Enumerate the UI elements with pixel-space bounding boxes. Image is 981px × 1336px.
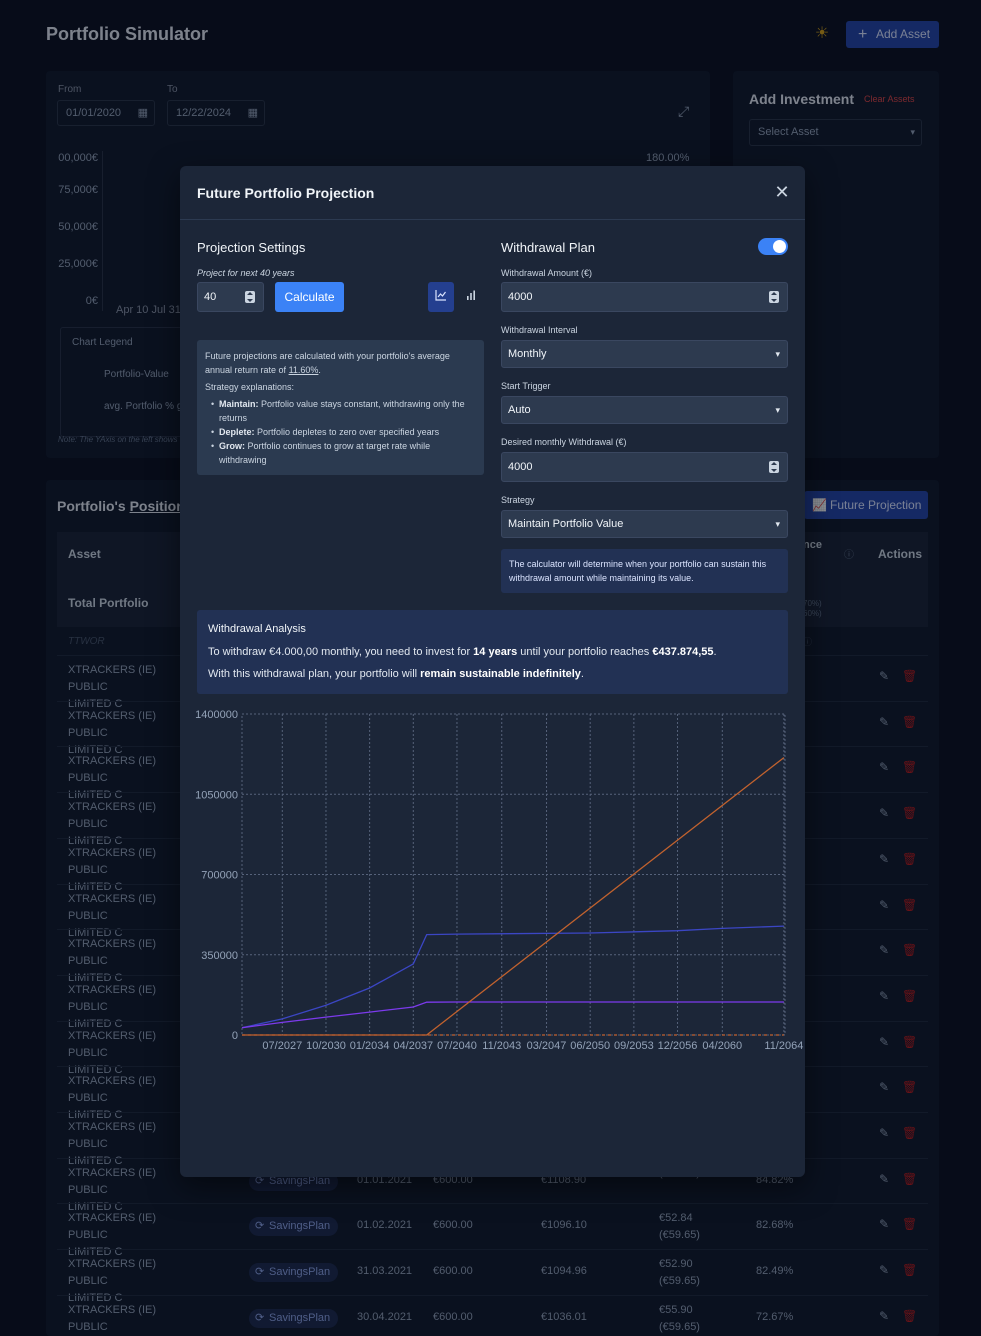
- withdrawal-plan-title: Withdrawal Plan: [501, 240, 595, 255]
- x-tick-label: 04/2037: [393, 1040, 433, 1052]
- strategy-heading: Strategy explanations:: [205, 382, 295, 392]
- strategy-item: Maintain: Portfolio value stays constant…: [211, 397, 476, 425]
- info-period: .: [318, 365, 321, 375]
- y-tick-label: 1400000: [195, 709, 238, 721]
- desired-withdrawal-value: 4000: [508, 461, 533, 473]
- desired-withdrawal-label: Desired monthly Withdrawal (€): [501, 437, 627, 447]
- modal-header: Future Portfolio Projection ✕: [180, 166, 805, 220]
- analysis-text: .: [713, 646, 717, 658]
- x-tick-label: 06/2050: [570, 1040, 610, 1052]
- analysis-target: €437.874,55: [652, 646, 714, 658]
- withdrawal-interval-select[interactable]: Monthly ▾: [501, 340, 788, 368]
- chevron-down-icon: ▾: [775, 519, 780, 529]
- stepper-icon[interactable]: [769, 291, 779, 303]
- strategy-item: Grow: Portfolio continues to grow at tar…: [211, 439, 476, 467]
- strategy-desc: Portfolio continues to grow at target ra…: [219, 441, 431, 465]
- projection-chart: 07/2027 10/2030 01/2034 04/2037 07/2040 11/20…: [195, 709, 803, 1052]
- info-rate: 11.60%: [288, 365, 319, 375]
- projection-info-box: Future projections are calculated with y…: [197, 340, 484, 475]
- stepper-icon[interactable]: [245, 291, 255, 303]
- withdrawal-interval-value: Monthly: [508, 348, 547, 360]
- withdrawal-toggle[interactable]: [758, 238, 788, 255]
- years-input[interactable]: 40: [197, 282, 264, 312]
- withdrawal-amount-input[interactable]: 4000: [501, 282, 788, 312]
- project-years-label: Project for next 40 years: [197, 268, 295, 278]
- future-projection-modal: Future Portfolio Projection ✕ Projection…: [180, 166, 805, 1177]
- withdrawal-analysis: Withdrawal Analysis To withdraw €4.000,0…: [197, 610, 788, 694]
- strategy-item: Deplete: Portfolio depletes to zero over…: [211, 425, 476, 439]
- strategy-desc: Portfolio depletes to zero over specifie…: [254, 427, 440, 437]
- close-icon[interactable]: ✕: [772, 182, 792, 202]
- x-tick-label: 03/2047: [527, 1040, 567, 1052]
- analysis-text: until your portfolio reaches: [517, 646, 653, 658]
- y-tick-label: 0: [232, 1030, 238, 1042]
- x-tick-label: 09/2053: [614, 1040, 654, 1052]
- desired-withdrawal-input[interactable]: 4000: [501, 452, 788, 482]
- x-tick-label: 04/2060: [702, 1040, 742, 1052]
- line-chart-icon: [435, 290, 446, 301]
- analysis-sustain-line: With this withdrawal plan, your portfoli…: [208, 668, 584, 680]
- bar-chart-icon: [467, 290, 475, 300]
- x-tick-label: 01/2034: [350, 1040, 390, 1052]
- analysis-sustainability: remain sustainable indefinitely: [420, 668, 581, 680]
- start-trigger-value: Auto: [508, 404, 531, 416]
- y-tick-label: 700000: [201, 870, 238, 882]
- x-tick-label: 10/2030: [306, 1040, 346, 1052]
- info-rate-text: Future projections are calculated with y…: [205, 349, 476, 377]
- analysis-invest-line: To withdraw €4.000,00 monthly, you need …: [208, 646, 717, 658]
- info-line: Future projections are calculated with y…: [205, 351, 450, 375]
- withdrawal-amount-value: 4000: [508, 291, 533, 303]
- calculate-button[interactable]: Calculate: [275, 282, 344, 312]
- withdrawal-interval-label: Withdrawal Interval: [501, 325, 578, 335]
- x-tick-label: 07/2040: [437, 1040, 477, 1052]
- start-trigger-select[interactable]: Auto ▾: [501, 396, 788, 424]
- strategy-label: Strategy: [501, 495, 535, 505]
- strategy-name: Maintain:: [219, 399, 259, 409]
- start-trigger-label: Start Trigger: [501, 381, 551, 391]
- chevron-down-icon: ▾: [775, 349, 780, 359]
- years-value: 40: [204, 291, 217, 303]
- x-tick-label: 12/2056: [658, 1040, 698, 1052]
- modal-title: Future Portfolio Projection: [197, 185, 375, 201]
- bar-chart-view-button[interactable]: [458, 282, 484, 312]
- series-line-0: [241, 925, 784, 1029]
- series-line-2: [242, 757, 785, 1036]
- y-tick-label: 1050000: [195, 789, 238, 801]
- strategy-name: Deplete:: [219, 427, 255, 437]
- y-tick-label: 350000: [201, 950, 238, 962]
- stepper-icon[interactable]: [769, 461, 779, 473]
- line-chart-view-button[interactable]: [428, 282, 454, 312]
- strategy-value: Maintain Portfolio Value: [508, 518, 624, 530]
- x-tick-label: 11/2043: [482, 1040, 521, 1052]
- withdrawal-analysis-title: Withdrawal Analysis: [208, 623, 306, 635]
- analysis-text: With this withdrawal plan, your portfoli…: [208, 668, 421, 680]
- x-tick-label: 07/2027: [262, 1040, 302, 1052]
- x-tick-label: 11/2064: [764, 1040, 803, 1052]
- projection-settings-title: Projection Settings: [197, 240, 306, 255]
- withdrawal-amount-label: Withdrawal Amount (€): [501, 268, 593, 278]
- calculator-note: The calculator will determine when your …: [501, 549, 788, 593]
- analysis-text: To withdraw €4.000,00 monthly, you need …: [208, 646, 474, 658]
- strategy-name: Grow:: [219, 441, 245, 451]
- analysis-years: 14 years: [473, 646, 518, 658]
- strategy-list: Maintain: Portfolio value stays constant…: [205, 397, 476, 467]
- analysis-text: .: [580, 668, 584, 680]
- strategy-select[interactable]: Maintain Portfolio Value ▾: [501, 510, 788, 538]
- chevron-down-icon: ▾: [775, 405, 780, 415]
